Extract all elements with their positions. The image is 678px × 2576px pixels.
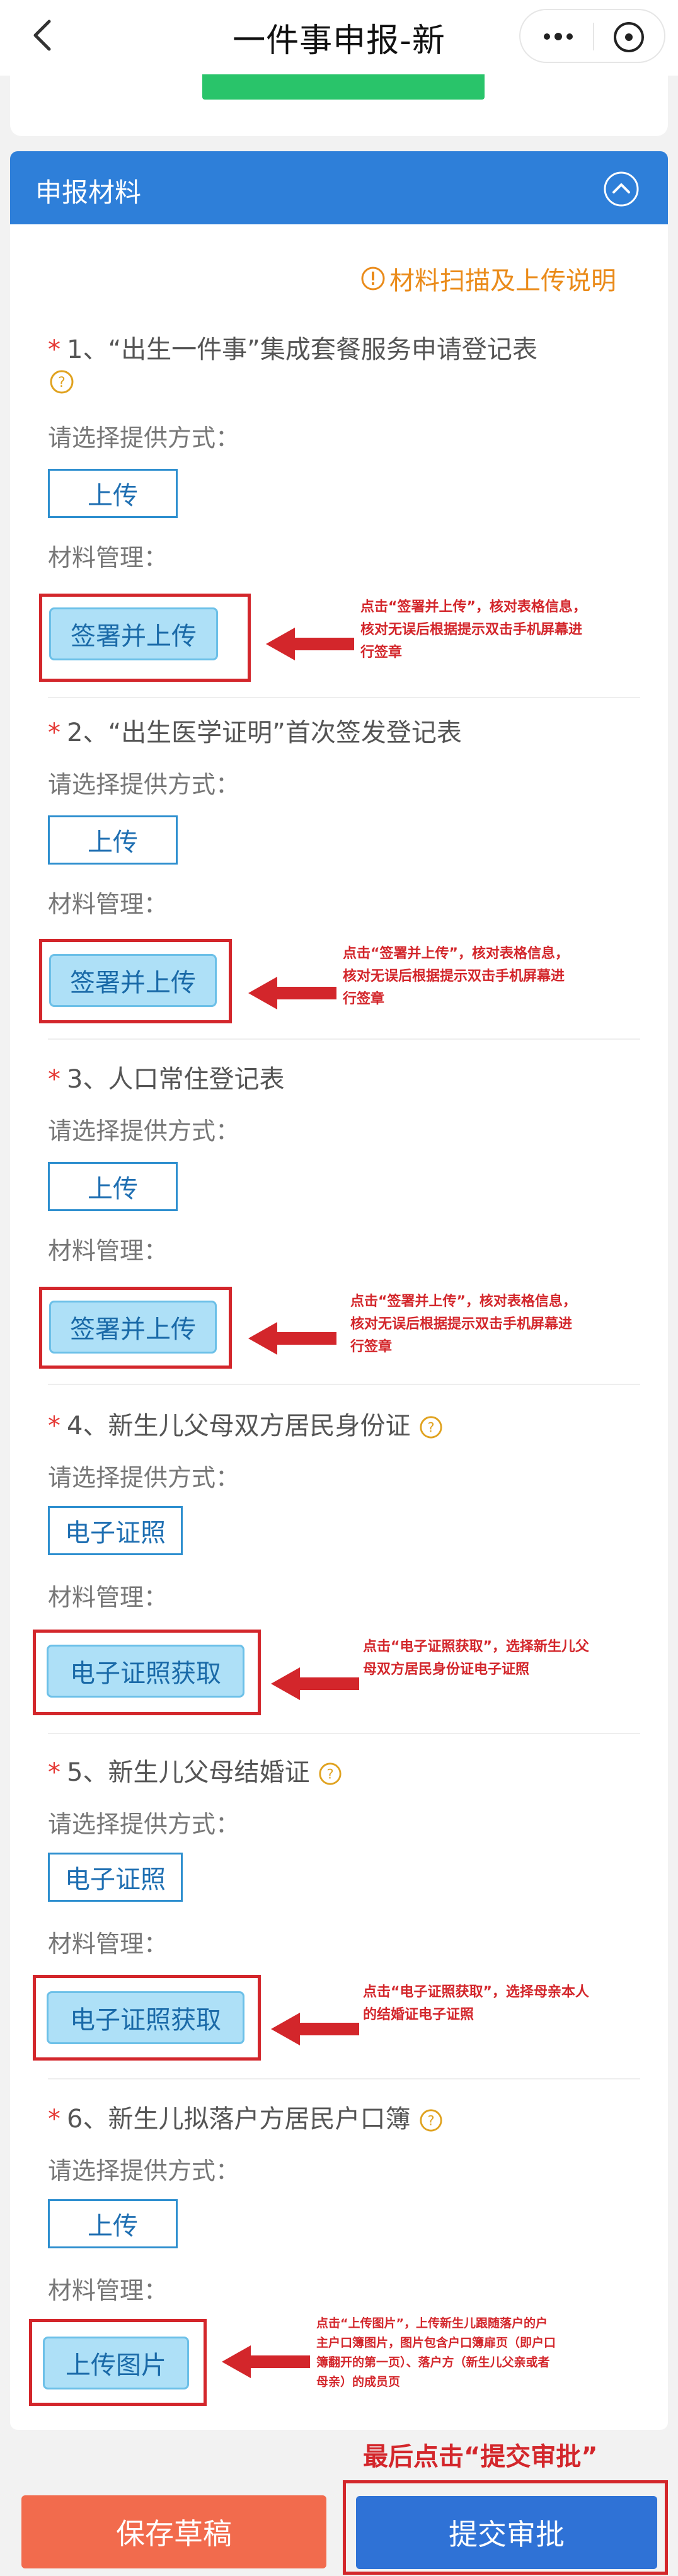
required-mark: * xyxy=(48,335,60,364)
provide-method-label: 请选择提供方式： xyxy=(48,1464,240,1492)
sign-and-upload-button[interactable]: 签署并上传 xyxy=(49,607,218,660)
material-item-title: * 3、人口常住登记表 xyxy=(48,1059,284,1095)
annotation-note: 点击“签署并上传”，核对表格信息，核对无误后根据提示双击手机屏幕进行签章 xyxy=(343,946,569,1007)
material-manage-label: 材料管理： xyxy=(48,544,168,572)
method-ecert-tag[interactable]: 电子证照 xyxy=(48,1506,183,1555)
divider xyxy=(48,2078,640,2079)
material-manage-label: 材料管理： xyxy=(48,890,168,918)
material-manage-label: 材料管理： xyxy=(48,1930,168,1958)
red-arrow-icon xyxy=(248,1322,336,1355)
svg-text:?: ? xyxy=(428,1420,435,1435)
ecert-fetch-button[interactable]: 电子证照获取 xyxy=(47,1645,244,1698)
method-upload-tag[interactable]: 上传 xyxy=(48,815,178,865)
annotation-note: 点击“签署并上传”，核对表格信息，核对无误后根据提示双击手机屏幕进行签章 xyxy=(350,1294,577,1355)
provide-method-label: 请选择提供方式： xyxy=(48,771,240,798)
help-question-icon[interactable]: ? xyxy=(318,1762,342,1786)
svg-text:?: ? xyxy=(428,2113,435,2129)
materials-card-header[interactable]: 申报材料 xyxy=(10,151,668,224)
collapse-icon[interactable] xyxy=(602,170,640,208)
material-manage-label: 材料管理： xyxy=(48,1584,168,1611)
svg-text:?: ? xyxy=(327,1767,334,1782)
provide-method-label: 请选择提供方式： xyxy=(48,1117,240,1145)
help-question-icon[interactable]: ? xyxy=(419,2108,443,2132)
upload-image-button[interactable]: 上传图片 xyxy=(43,2337,189,2389)
previous-section-card xyxy=(10,74,668,136)
required-mark: * xyxy=(48,2105,60,2134)
divider xyxy=(48,1384,640,1385)
final-instruction: 最后点击“提交审批” xyxy=(363,2442,598,2471)
provide-method-label: 请选择提供方式： xyxy=(48,424,240,452)
material-item-title: * 1、“出生一件事”集成套餐服务申请登记表 xyxy=(48,329,537,365)
provide-method-label: 请选择提供方式： xyxy=(48,1810,240,1838)
more-icon[interactable] xyxy=(539,23,577,50)
materials-card: 申报材料 材料扫描及上传说明 * 1、“出生一件事”集成套餐服务申请登记表 ? 请… xyxy=(10,151,668,2430)
red-arrow-icon xyxy=(271,2013,359,2045)
annotation-note: 点击“签署并上传”，核对表格信息，核对无误后根据提示双击手机屏幕进行签章 xyxy=(360,599,587,660)
help-question-icon[interactable]: ? xyxy=(419,1415,443,1439)
highlight-box: 提交审批 xyxy=(343,2480,668,2575)
mini-program-capsule xyxy=(519,9,665,63)
sign-and-upload-button[interactable]: 签署并上传 xyxy=(49,954,217,1007)
help-link-label: 材料扫描及上传说明 xyxy=(389,267,616,296)
annotation-note: 点击“电子证照获取”，选择新生儿父母双方居民身份证电子证照 xyxy=(363,1639,589,1677)
top-nav-bar: 一件事申报-新 xyxy=(0,0,678,76)
material-manage-label: 材料管理： xyxy=(48,1237,168,1265)
help-question-icon[interactable]: ? xyxy=(49,369,74,394)
material-item-name: 2、“出生医学证明”首次签发登记表 xyxy=(67,718,462,747)
submit-approval-button[interactable]: 提交审批 xyxy=(356,2496,657,2569)
divider xyxy=(48,1733,640,1734)
provide-method-label: 请选择提供方式： xyxy=(48,2157,240,2185)
material-item-title: * 5、新生儿父母结婚证? xyxy=(48,1752,342,1788)
material-item-name: 3、人口常住登记表 xyxy=(67,1065,285,1094)
material-item-name: 5、新生儿父母结婚证 xyxy=(67,1758,310,1787)
red-arrow-icon xyxy=(266,628,354,660)
info-icon xyxy=(361,267,385,290)
method-ecert-tag[interactable]: 电子证照 xyxy=(48,1853,183,1902)
ecert-fetch-button[interactable]: 电子证照获取 xyxy=(47,1991,244,2044)
material-item-name: 6、新生儿拟落户方居民户口簿 xyxy=(67,2105,411,2134)
required-mark: * xyxy=(48,718,60,747)
required-mark: * xyxy=(48,1065,60,1094)
method-upload-tag[interactable]: 上传 xyxy=(48,1162,178,1211)
required-mark: * xyxy=(48,1412,60,1440)
bottom-action-bar: 保存草稿 提交审批 xyxy=(0,2478,678,2576)
material-item-title: * 2、“出生医学证明”首次签发登记表 xyxy=(48,712,462,749)
material-manage-label: 材料管理： xyxy=(48,2277,168,2304)
red-arrow-icon xyxy=(248,977,336,1009)
divider xyxy=(48,1038,640,1040)
material-item-title: * 6、新生儿拟落户方居民户口簿? xyxy=(48,2098,443,2135)
svg-text:?: ? xyxy=(58,375,66,391)
required-mark: * xyxy=(48,1758,60,1787)
annotation-note: 点击“电子证照获取”，选择母亲本人的结婚证电子证照 xyxy=(363,1984,589,2023)
material-item-title: * 4、新生儿父母双方居民身份证? xyxy=(48,1405,443,1442)
section-title: 申报材料 xyxy=(35,177,142,208)
previous-section-button[interactable] xyxy=(202,74,485,100)
method-upload-tag[interactable]: 上传 xyxy=(48,2199,178,2248)
capsule-divider xyxy=(593,23,594,50)
material-item-name: 1、“出生一件事”集成套餐服务申请登记表 xyxy=(67,335,537,364)
save-draft-button[interactable]: 保存草稿 xyxy=(21,2495,326,2568)
red-arrow-icon xyxy=(271,1667,359,1700)
annotation-note: 点击“上传图片”，上传新生儿跟随落户的户主户口簿图片，图片包含户口簿扉页（即户口… xyxy=(316,2316,556,2389)
divider xyxy=(48,697,640,698)
close-icon[interactable] xyxy=(610,19,648,55)
upload-help-link[interactable]: 材料扫描及上传说明 xyxy=(360,260,616,297)
method-upload-tag[interactable]: 上传 xyxy=(48,469,178,518)
material-item-name: 4、新生儿父母双方居民身份证 xyxy=(67,1412,411,1440)
sign-and-upload-button[interactable]: 签署并上传 xyxy=(49,1301,217,1354)
red-arrow-icon xyxy=(222,2345,310,2378)
